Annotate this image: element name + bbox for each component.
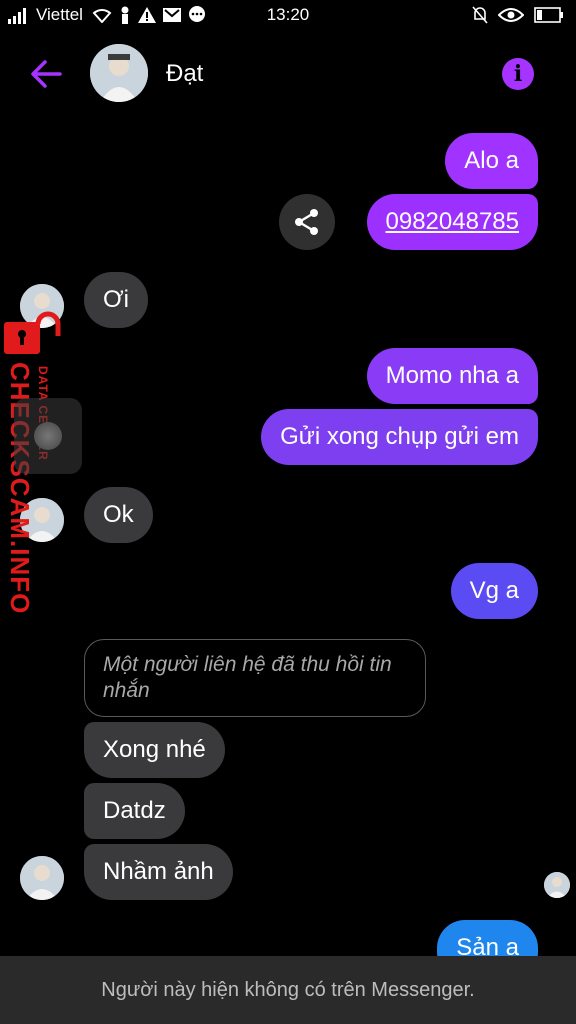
share-button[interactable] [279, 194, 335, 250]
contact-avatar-small [20, 856, 64, 900]
mute-bell-icon [472, 6, 488, 24]
contact-avatar[interactable] [90, 44, 148, 102]
message-outgoing[interactable]: Momo nha a [366, 348, 538, 404]
read-receipt-avatar [544, 872, 570, 898]
share-icon [295, 209, 318, 235]
message-incoming[interactable]: Datdz [84, 783, 185, 839]
message-outgoing[interactable]: Gửi xong chụp gửi em [261, 409, 538, 465]
conversation-header: Đạt i [0, 36, 576, 112]
message-outgoing-phone-link[interactable]: 0982048785 [366, 194, 538, 250]
lock-icon [4, 311, 61, 354]
eye-icon [498, 8, 524, 22]
message-outgoing[interactable]: Vg a [450, 563, 538, 619]
back-arrow-icon[interactable] [28, 56, 64, 92]
status-bar: Viettel 13:20 [0, 0, 576, 30]
message-incoming[interactable]: Ơi [84, 272, 148, 328]
assistive-touch-button[interactable] [14, 398, 82, 474]
message-outgoing[interactable]: Alo a [445, 133, 538, 189]
contact-name[interactable]: Đạt [166, 60, 203, 88]
message-incoming[interactable]: Ok [84, 487, 153, 543]
recalled-message-notice: Một người liên hệ đã thu hồi tin nhắn [84, 639, 426, 717]
unavailable-notice: Người này hiện không có trên Messenger. [0, 956, 576, 1024]
info-icon[interactable]: i [502, 58, 534, 90]
battery-icon [534, 7, 563, 23]
message-incoming[interactable]: Nhầm ảnh [84, 844, 233, 900]
message-incoming[interactable]: Xong nhé [84, 722, 225, 778]
phone-link[interactable]: 0982048785 [386, 208, 519, 235]
